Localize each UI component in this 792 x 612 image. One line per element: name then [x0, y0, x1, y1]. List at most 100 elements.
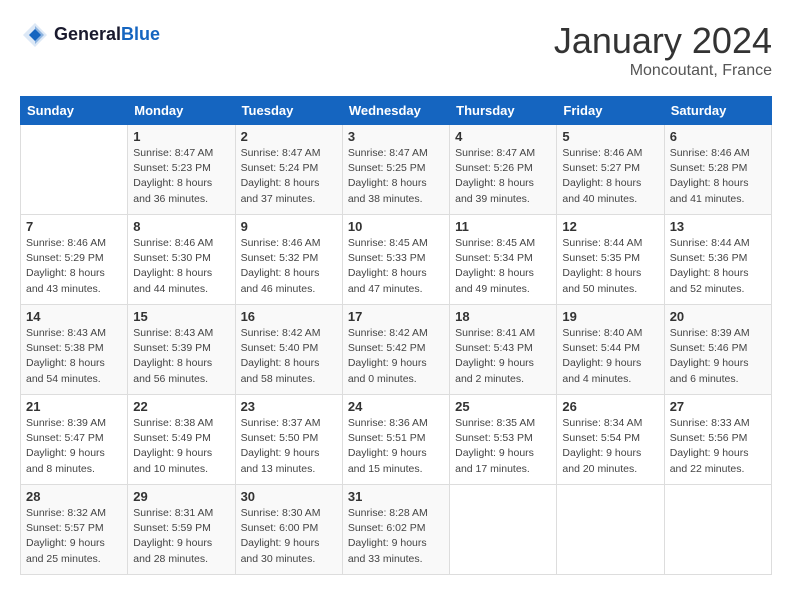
day-info: Sunrise: 8:45 AM Sunset: 5:34 PM Dayligh… — [455, 236, 551, 297]
calendar-table: SundayMondayTuesdayWednesdayThursdayFrid… — [20, 96, 772, 575]
calendar-cell: 3 Sunrise: 8:47 AM Sunset: 5:25 PM Daylig… — [342, 125, 449, 215]
page-header: GeneralBlue January 2024 Moncoutant, Fra… — [20, 20, 772, 80]
week-row-5: 28Sunrise: 8:32 AM Sunset: 5:57 PM Dayli… — [21, 485, 772, 575]
day-number: 9 — [241, 219, 337, 234]
day-info: Sunrise: 8:43 AM Sunset: 5:39 PM Dayligh… — [133, 326, 229, 387]
day-info: Sunrise: 8:39 AM Sunset: 5:47 PM Dayligh… — [26, 416, 122, 477]
day-number: 29 — [133, 489, 229, 504]
calendar-header: SundayMondayTuesdayWednesdayThursdayFrid… — [21, 97, 772, 125]
header-row: SundayMondayTuesdayWednesdayThursdayFrid… — [21, 97, 772, 125]
day-number: 10 — [348, 219, 444, 234]
day-info: Sunrise: 8:39 AM Sunset: 5:46 PM Dayligh… — [670, 326, 766, 387]
header-day-friday: Friday — [557, 97, 664, 125]
calendar-cell: 16Sunrise: 8:42 AM Sunset: 5:40 PM Dayli… — [235, 305, 342, 395]
header-day-wednesday: Wednesday — [342, 97, 449, 125]
header-day-tuesday: Tuesday — [235, 97, 342, 125]
day-info: Sunrise: 8:31 AM Sunset: 5:59 PM Dayligh… — [133, 506, 229, 567]
logo: GeneralBlue — [20, 20, 160, 50]
location: Moncoutant, France — [554, 62, 772, 80]
day-number: 7 — [26, 219, 122, 234]
calendar-body: 1 Sunrise: 8:47 AM Sunset: 5:23 PM Daylig… — [21, 125, 772, 575]
calendar-cell: 11 Sunrise: 8:45 AM Sunset: 5:34 PM Dayli… — [450, 215, 557, 305]
calendar-cell: 18 Sunrise: 8:41 AM Sunset: 5:43 PM Dayli… — [450, 305, 557, 395]
logo-icon — [20, 20, 50, 50]
day-number: 26 — [562, 399, 658, 414]
day-number: 23 — [241, 399, 337, 414]
day-info: Sunrise: 8:46 AM Sunset: 5:28 PM Dayligh… — [670, 146, 766, 207]
day-info: Sunrise: 8:41 AM Sunset: 5:43 PM Dayligh… — [455, 326, 551, 387]
calendar-cell: 31Sunrise: 8:28 AM Sunset: 6:02 PM Dayli… — [342, 485, 449, 575]
calendar-cell — [664, 485, 771, 575]
day-info: Sunrise: 8:40 AM Sunset: 5:44 PM Dayligh… — [562, 326, 658, 387]
calendar-cell: 9Sunrise: 8:46 AM Sunset: 5:32 PM Daylig… — [235, 215, 342, 305]
day-info: Sunrise: 8:44 AM Sunset: 5:35 PM Dayligh… — [562, 236, 658, 297]
day-info: Sunrise: 8:36 AM Sunset: 5:51 PM Dayligh… — [348, 416, 444, 477]
week-row-1: 1 Sunrise: 8:47 AM Sunset: 5:23 PM Daylig… — [21, 125, 772, 215]
day-number: 24 — [348, 399, 444, 414]
calendar-cell: 24 Sunrise: 8:36 AM Sunset: 5:51 PM Dayli… — [342, 395, 449, 485]
day-info: Sunrise: 8:37 AM Sunset: 5:50 PM Dayligh… — [241, 416, 337, 477]
day-number: 3 — [348, 129, 444, 144]
calendar-cell: 4 Sunrise: 8:47 AM Sunset: 5:26 PM Daylig… — [450, 125, 557, 215]
calendar-cell: 22Sunrise: 8:38 AM Sunset: 5:49 PM Dayli… — [128, 395, 235, 485]
day-number: 20 — [670, 309, 766, 324]
day-number: 5 — [562, 129, 658, 144]
day-info: Sunrise: 8:30 AM Sunset: 6:00 PM Dayligh… — [241, 506, 337, 567]
day-info: Sunrise: 8:33 AM Sunset: 5:56 PM Dayligh… — [670, 416, 766, 477]
day-number: 19 — [562, 309, 658, 324]
calendar-cell: 29 Sunrise: 8:31 AM Sunset: 5:59 PM Dayli… — [128, 485, 235, 575]
day-number: 17 — [348, 309, 444, 324]
day-number: 8 — [133, 219, 229, 234]
day-info: Sunrise: 8:32 AM Sunset: 5:57 PM Dayligh… — [26, 506, 122, 567]
calendar-cell: 7 Sunrise: 8:46 AM Sunset: 5:29 PM Daylig… — [21, 215, 128, 305]
calendar-cell: 25 Sunrise: 8:35 AM Sunset: 5:53 PM Dayli… — [450, 395, 557, 485]
month-title: January 2024 — [554, 20, 772, 62]
day-number: 30 — [241, 489, 337, 504]
header-day-thursday: Thursday — [450, 97, 557, 125]
day-number: 15 — [133, 309, 229, 324]
day-number: 6 — [670, 129, 766, 144]
calendar-cell — [21, 125, 128, 215]
calendar-cell: 13Sunrise: 8:44 AM Sunset: 5:36 PM Dayli… — [664, 215, 771, 305]
calendar-cell: 27 Sunrise: 8:33 AM Sunset: 5:56 PM Dayli… — [664, 395, 771, 485]
calendar-cell: 15 Sunrise: 8:43 AM Sunset: 5:39 PM Dayli… — [128, 305, 235, 395]
week-row-2: 7 Sunrise: 8:46 AM Sunset: 5:29 PM Daylig… — [21, 215, 772, 305]
calendar-cell — [450, 485, 557, 575]
header-day-saturday: Saturday — [664, 97, 771, 125]
day-info: Sunrise: 8:42 AM Sunset: 5:42 PM Dayligh… — [348, 326, 444, 387]
day-info: Sunrise: 8:47 AM Sunset: 5:26 PM Dayligh… — [455, 146, 551, 207]
day-number: 11 — [455, 219, 551, 234]
calendar-cell: 30 Sunrise: 8:30 AM Sunset: 6:00 PM Dayli… — [235, 485, 342, 575]
day-info: Sunrise: 8:35 AM Sunset: 5:53 PM Dayligh… — [455, 416, 551, 477]
day-number: 12 — [562, 219, 658, 234]
calendar-cell: 1 Sunrise: 8:47 AM Sunset: 5:23 PM Daylig… — [128, 125, 235, 215]
day-info: Sunrise: 8:47 AM Sunset: 5:25 PM Dayligh… — [348, 146, 444, 207]
calendar-cell: 20 Sunrise: 8:39 AM Sunset: 5:46 PM Dayli… — [664, 305, 771, 395]
calendar-cell: 10 Sunrise: 8:45 AM Sunset: 5:33 PM Dayli… — [342, 215, 449, 305]
day-number: 18 — [455, 309, 551, 324]
day-number: 25 — [455, 399, 551, 414]
calendar-cell: 23 Sunrise: 8:37 AM Sunset: 5:50 PM Dayli… — [235, 395, 342, 485]
week-row-3: 14Sunrise: 8:43 AM Sunset: 5:38 PM Dayli… — [21, 305, 772, 395]
day-info: Sunrise: 8:34 AM Sunset: 5:54 PM Dayligh… — [562, 416, 658, 477]
day-info: Sunrise: 8:45 AM Sunset: 5:33 PM Dayligh… — [348, 236, 444, 297]
calendar-cell: 26 Sunrise: 8:34 AM Sunset: 5:54 PM Dayli… — [557, 395, 664, 485]
day-info: Sunrise: 8:46 AM Sunset: 5:29 PM Dayligh… — [26, 236, 122, 297]
day-number: 2 — [241, 129, 337, 144]
day-info: Sunrise: 8:38 AM Sunset: 5:49 PM Dayligh… — [133, 416, 229, 477]
calendar-cell: 19 Sunrise: 8:40 AM Sunset: 5:44 PM Dayli… — [557, 305, 664, 395]
calendar-cell: 12 Sunrise: 8:44 AM Sunset: 5:35 PM Dayli… — [557, 215, 664, 305]
day-info: Sunrise: 8:46 AM Sunset: 5:30 PM Dayligh… — [133, 236, 229, 297]
day-info: Sunrise: 8:47 AM Sunset: 5:24 PM Dayligh… — [241, 146, 337, 207]
calendar-cell: 28Sunrise: 8:32 AM Sunset: 5:57 PM Dayli… — [21, 485, 128, 575]
day-info: Sunrise: 8:46 AM Sunset: 5:27 PM Dayligh… — [562, 146, 658, 207]
day-info: Sunrise: 8:47 AM Sunset: 5:23 PM Dayligh… — [133, 146, 229, 207]
day-number: 27 — [670, 399, 766, 414]
day-number: 4 — [455, 129, 551, 144]
calendar-cell: 6 Sunrise: 8:46 AM Sunset: 5:28 PM Daylig… — [664, 125, 771, 215]
header-day-sunday: Sunday — [21, 97, 128, 125]
day-number: 1 — [133, 129, 229, 144]
day-info: Sunrise: 8:44 AM Sunset: 5:36 PM Dayligh… — [670, 236, 766, 297]
day-info: Sunrise: 8:28 AM Sunset: 6:02 PM Dayligh… — [348, 506, 444, 567]
header-day-monday: Monday — [128, 97, 235, 125]
